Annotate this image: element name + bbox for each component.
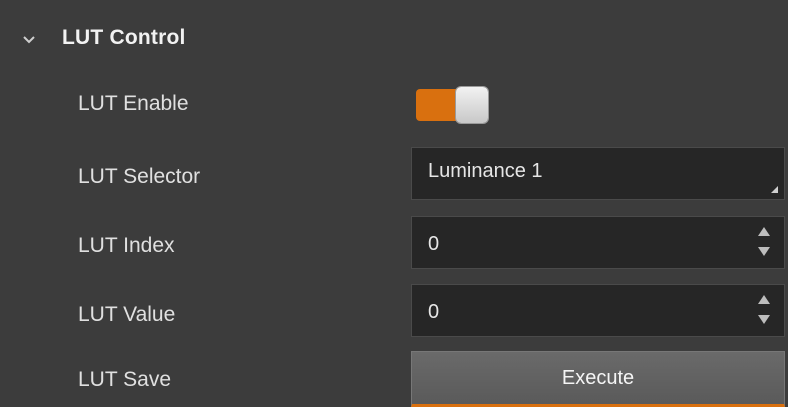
- lut-value-label: LUT Value: [78, 303, 176, 326]
- dropdown-corner-icon: [771, 186, 778, 193]
- spin-up-icon[interactable]: [758, 227, 770, 236]
- section-header[interactable]: LUT Control: [0, 0, 788, 78]
- spin-down-icon[interactable]: [758, 247, 770, 256]
- lut-selector-value: Luminance 1: [428, 160, 543, 182]
- lut-index-field[interactable]: 0: [411, 216, 785, 269]
- lut-index-label: LUT Index: [78, 234, 175, 257]
- spin-up-icon[interactable]: [758, 295, 770, 304]
- lut-value-value[interactable]: 0: [428, 301, 439, 324]
- lut-index-value[interactable]: 0: [428, 233, 439, 256]
- chevron-down-icon[interactable]: [22, 35, 36, 45]
- lut-index-spinner[interactable]: [758, 223, 772, 263]
- toggle-knob[interactable]: [456, 87, 488, 123]
- lut-control-panel: LUT Control LUT Enable LUT Selector Lumi…: [0, 0, 788, 407]
- section-title: LUT Control: [62, 26, 186, 49]
- lut-selector-label: LUT Selector: [78, 165, 201, 188]
- lut-selector-dropdown[interactable]: Luminance 1: [411, 147, 785, 200]
- lut-enable-label: LUT Enable: [78, 92, 189, 115]
- lut-value-field[interactable]: 0: [411, 284, 785, 337]
- lut-enable-toggle[interactable]: [416, 87, 488, 123]
- execute-button[interactable]: Execute: [411, 351, 785, 407]
- spin-down-icon[interactable]: [758, 315, 770, 324]
- lut-value-spinner[interactable]: [758, 291, 772, 331]
- lut-save-label: LUT Save: [78, 368, 171, 391]
